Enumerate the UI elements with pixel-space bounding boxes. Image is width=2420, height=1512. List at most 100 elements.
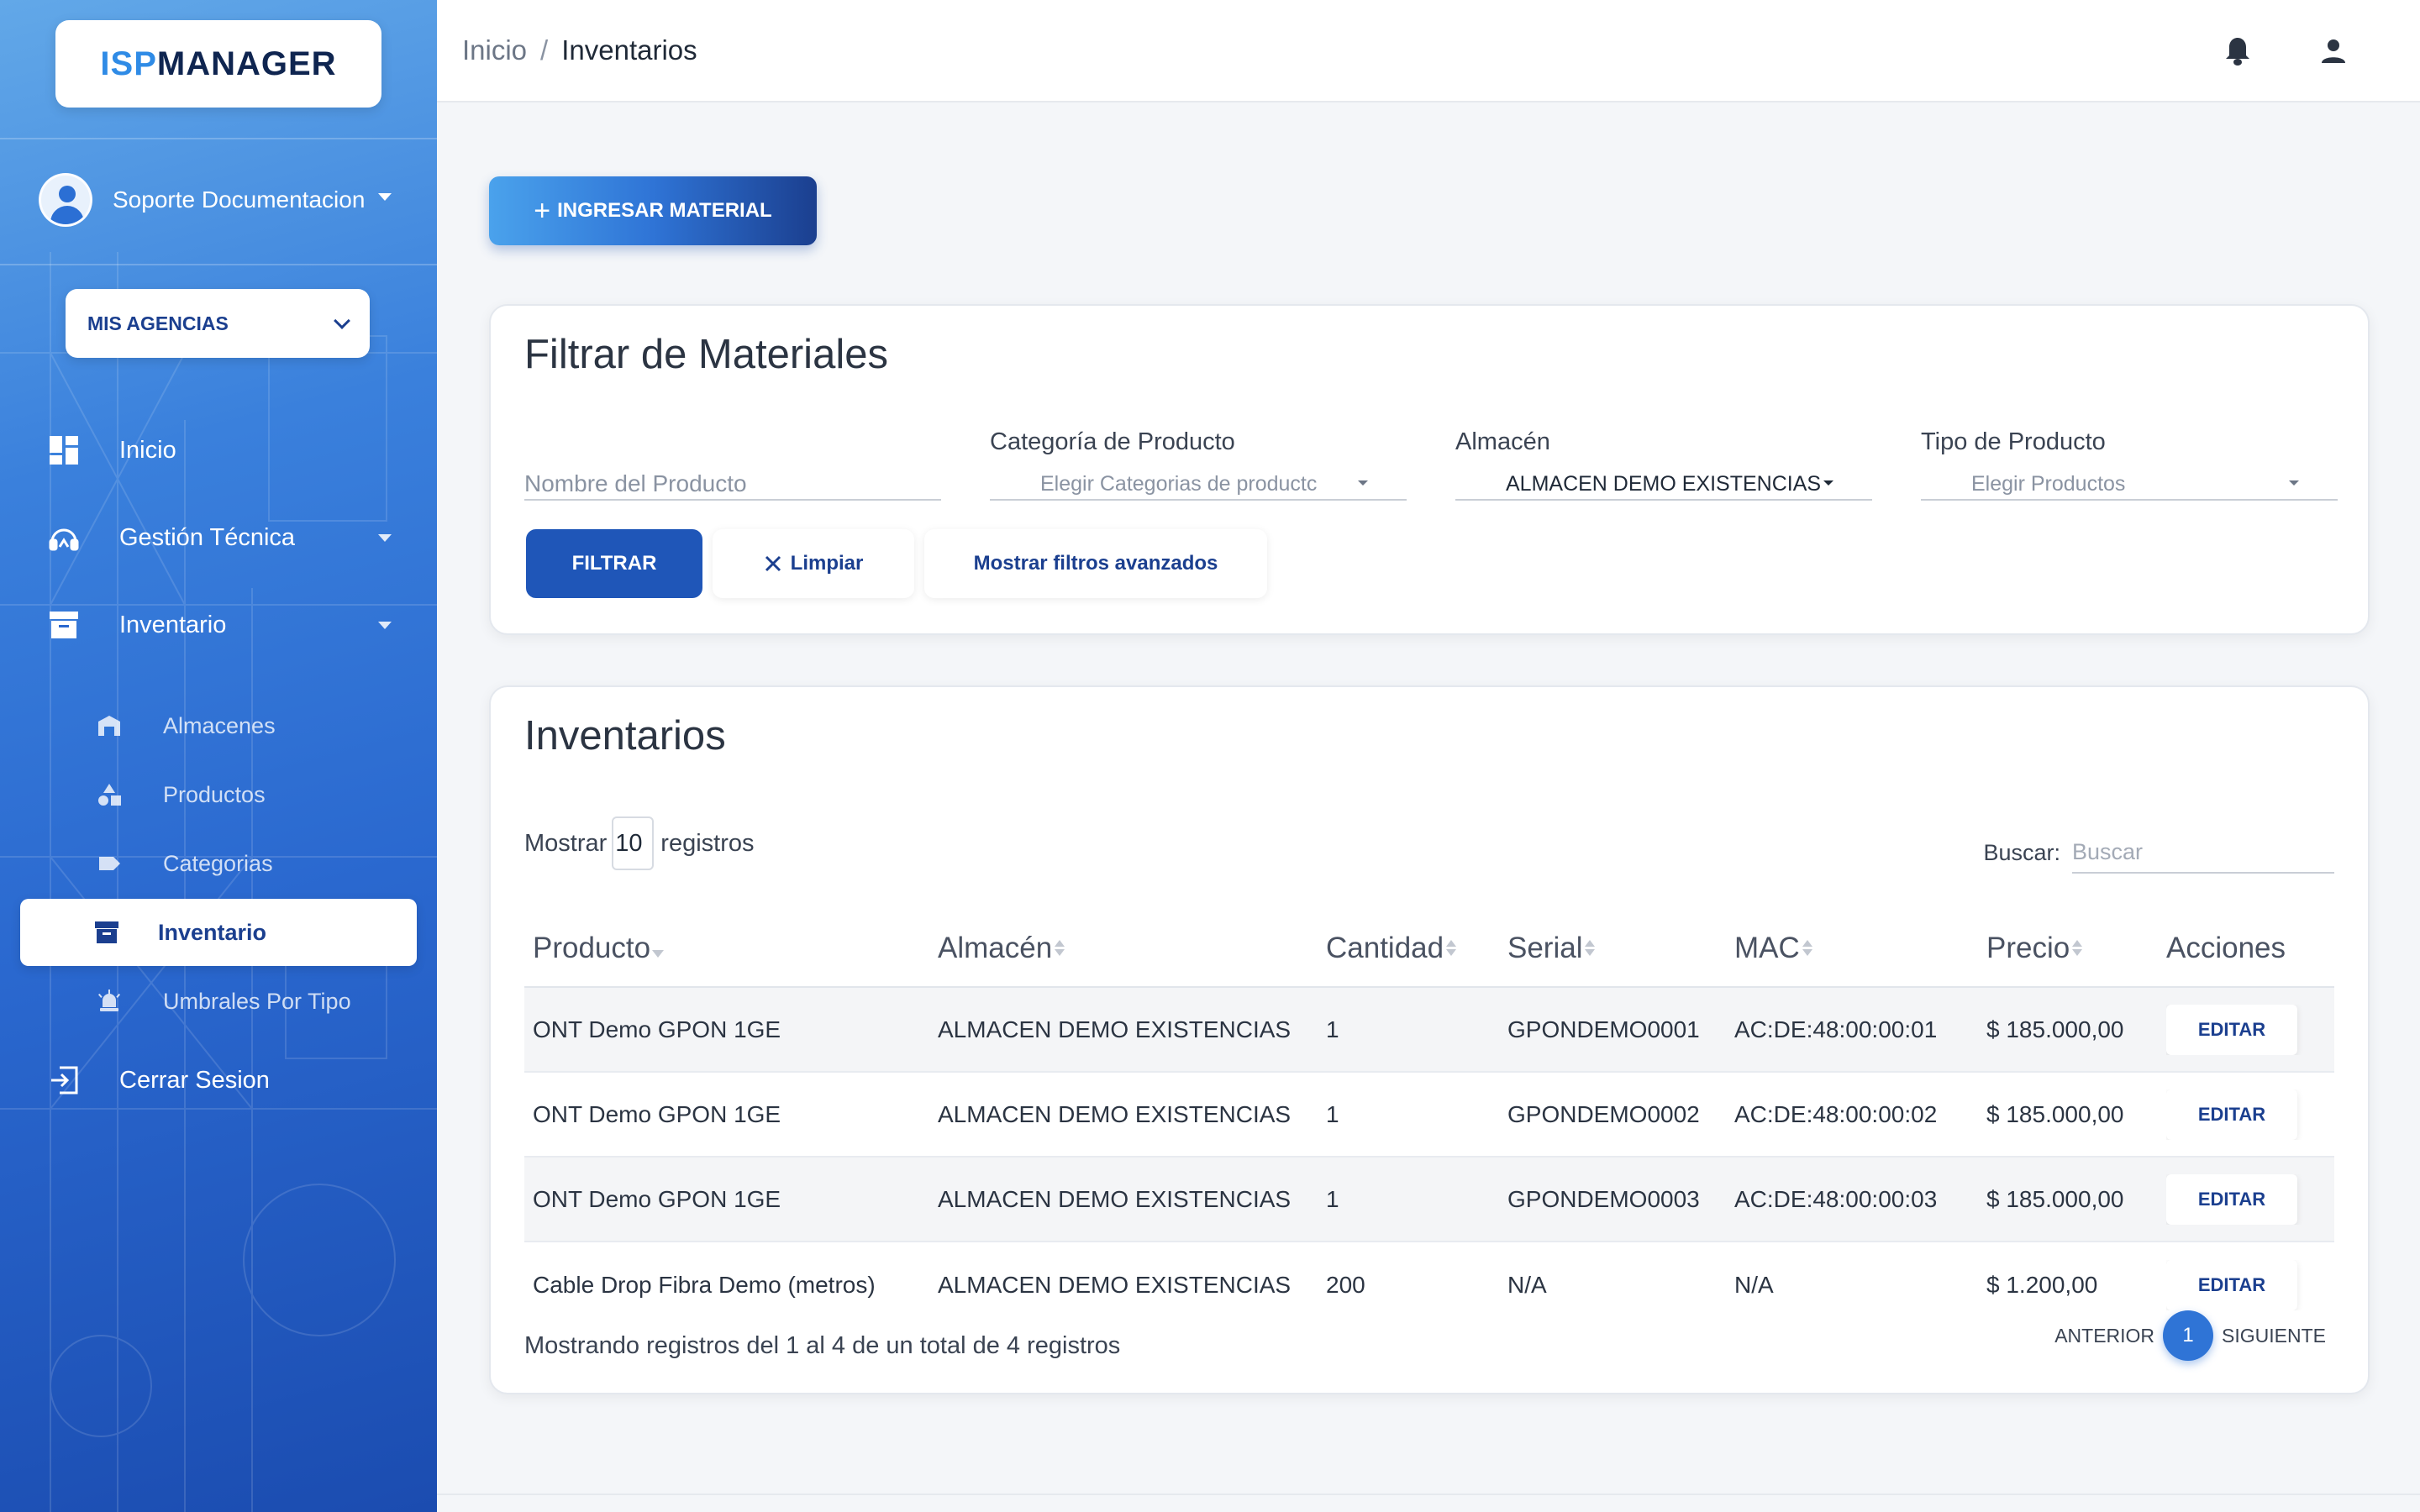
brand-logo-part1: ISP	[100, 45, 157, 82]
mostrar-suffix: registros	[660, 829, 755, 857]
user-name: Soporte Documentacion	[113, 186, 366, 213]
editar-button[interactable]: EDITAR	[2166, 1004, 2297, 1055]
cell-cantidad: 1	[1326, 1185, 1339, 1212]
th-mac[interactable]: MAC	[1734, 932, 1986, 965]
ingresar-material-button[interactable]: + INGRESAR MATERIAL	[489, 176, 817, 245]
editar-button[interactable]: EDITAR	[2166, 1173, 2297, 1225]
breadcrumb-home[interactable]: Inicio	[462, 34, 527, 66]
limpiar-label: Limpiar	[790, 552, 864, 575]
avatar	[39, 173, 92, 227]
th-almacen[interactable]: Almacén	[938, 932, 1326, 965]
almacen-select[interactable]: ALMACEN DEMO EXISTENCIAS	[1455, 469, 1872, 501]
sub-umbrales[interactable]: Umbrales Por Tipo	[94, 978, 413, 1025]
sub-productos[interactable]: Productos	[94, 771, 413, 818]
inventory-table: Producto Almacén Cantidad Serial MAC Pre…	[524, 911, 2334, 1327]
editar-button[interactable]: EDITAR	[2166, 1259, 2297, 1310]
almacen-select-value: ALMACEN DEMO EXISTENCIAS	[1506, 471, 1822, 496]
nav-cerrar-label: Cerrar Sesion	[119, 1066, 270, 1094]
chevron-down-icon	[334, 312, 350, 329]
filter-card: Filtrar de Materiales Nombre del Product…	[489, 304, 2370, 635]
sub-productos-label: Productos	[163, 781, 266, 807]
sort-icon	[1802, 939, 1813, 958]
th-serial[interactable]: Serial	[1507, 932, 1734, 965]
categoria-field[interactable]: Categoría de Producto Elegir Categorias …	[990, 428, 1407, 501]
footer-divider	[437, 1494, 2420, 1495]
th-serial-label: Serial	[1507, 932, 1583, 964]
page-size-control: Mostrar 10 registros	[524, 816, 755, 870]
close-icon	[764, 554, 782, 573]
pagination: ANTERIOR 1 SIGUIENTE	[2054, 1310, 2326, 1361]
agencias-label: MIS AGENCIAS	[87, 312, 229, 334]
filtrar-button[interactable]: FILTRAR	[526, 529, 702, 598]
logout-icon	[47, 1063, 81, 1097]
nombre-producto-label-spacer	[524, 428, 941, 457]
cell-precio: $ 1.200,00	[1986, 1271, 2098, 1298]
caret-down-icon	[378, 534, 392, 542]
table-footer-info: Mostrando registros del 1 al 4 de un tot…	[524, 1332, 1121, 1359]
th-almacen-label: Almacén	[938, 932, 1053, 964]
caret-down-icon	[378, 622, 392, 629]
brand-logo[interactable]: ISP MANAGER	[55, 20, 381, 108]
sidebar: ISP MANAGER Soporte Documentacion MIS AGE…	[0, 0, 437, 1512]
pagination-next[interactable]: SIGUIENTE	[2222, 1325, 2326, 1347]
tipo-producto-select-value: Elegir Productos	[1971, 471, 2126, 496]
cell-acciones: EDITAR	[2166, 1004, 2334, 1055]
table-row: ONT Demo GPON 1GE ALMACEN DEMO EXISTENCI…	[524, 1073, 2334, 1158]
cell-precio: $ 185.000,00	[1986, 1100, 2124, 1127]
nav-gestion-label: Gestión Técnica	[119, 523, 296, 551]
sidebar-divider	[0, 138, 437, 139]
pagination-prev[interactable]: ANTERIOR	[2054, 1325, 2154, 1347]
cell-precio: $ 185.000,00	[1986, 1185, 2124, 1212]
th-cantidad-label: Cantidad	[1326, 932, 1444, 964]
th-cantidad[interactable]: Cantidad	[1326, 932, 1507, 965]
top-bar: Inicio / Inventarios	[437, 0, 2420, 102]
almacen-field[interactable]: Almacén ALMACEN DEMO EXISTENCIAS	[1455, 428, 1872, 501]
caret-down-icon	[1823, 480, 1833, 486]
cell-producto: Cable Drop Fibra Demo (metros)	[533, 1271, 876, 1298]
shapes-icon	[94, 780, 124, 810]
cell-mac: N/A	[1734, 1271, 1774, 1298]
sub-categorias[interactable]: Categorias	[94, 840, 413, 887]
support-agent-icon	[47, 521, 81, 554]
warehouse-icon	[94, 711, 124, 741]
cell-acciones: EDITAR	[2166, 1089, 2334, 1140]
caret-down-icon	[1358, 480, 1368, 486]
sub-inventario-active[interactable]: Inventario	[20, 899, 417, 966]
nombre-producto-field[interactable]: Nombre del Producto	[524, 428, 941, 501]
nombre-producto-input[interactable]: Nombre del Producto	[524, 469, 941, 501]
sort-icon	[1584, 939, 1596, 958]
tipo-producto-field[interactable]: Tipo de Producto Elegir Productos	[1921, 428, 2338, 501]
pagination-page-1[interactable]: 1	[2163, 1310, 2214, 1361]
th-precio[interactable]: Precio	[1986, 932, 2166, 965]
nav-cerrar-sesion[interactable]: Cerrar Sesion	[47, 1055, 392, 1105]
cell-producto: ONT Demo GPON 1GE	[533, 1016, 781, 1042]
cell-cantidad: 1	[1326, 1016, 1339, 1042]
page-size-input[interactable]: 10	[612, 816, 655, 870]
breadcrumb-separator: /	[540, 34, 549, 66]
th-producto-label: Producto	[533, 932, 651, 964]
bell-icon[interactable]	[2218, 32, 2257, 71]
cell-producto: ONT Demo GPON 1GE	[533, 1100, 781, 1127]
nav-inventario[interactable]: Inventario	[47, 600, 392, 650]
tipo-producto-select[interactable]: Elegir Productos	[1921, 469, 2338, 501]
agencias-dropdown[interactable]: MIS AGENCIAS	[66, 289, 370, 358]
filter-title: Filtrar de Materiales	[524, 332, 888, 377]
cell-mac: AC:DE:48:00:00:02	[1734, 1100, 1938, 1127]
user-icon[interactable]	[2314, 32, 2353, 71]
limpiar-button[interactable]: Limpiar	[713, 529, 914, 598]
th-producto[interactable]: Producto	[524, 932, 938, 965]
editar-button[interactable]: EDITAR	[2166, 1089, 2297, 1140]
nav-inicio[interactable]: Inicio	[47, 425, 392, 475]
sort-icon	[2071, 939, 2083, 958]
cell-almacen: ALMACEN DEMO EXISTENCIAS	[938, 1271, 1292, 1298]
user-menu[interactable]: Soporte Documentacion	[39, 173, 392, 227]
categoria-select[interactable]: Elegir Categorias de productc	[990, 469, 1407, 501]
cell-serial: GPONDEMO0001	[1507, 1016, 1700, 1042]
sub-almacenes[interactable]: Almacenes	[94, 702, 413, 749]
nav-gestion-tecnica[interactable]: Gestión Técnica	[47, 512, 392, 563]
cell-serial: N/A	[1507, 1271, 1547, 1298]
almacen-label: Almacén	[1455, 428, 1550, 455]
mostrar-filtros-avanzados-button[interactable]: Mostrar filtros avanzados	[924, 529, 1267, 598]
plus-icon: +	[534, 194, 551, 227]
search-input[interactable]: Buscar	[2072, 832, 2334, 874]
